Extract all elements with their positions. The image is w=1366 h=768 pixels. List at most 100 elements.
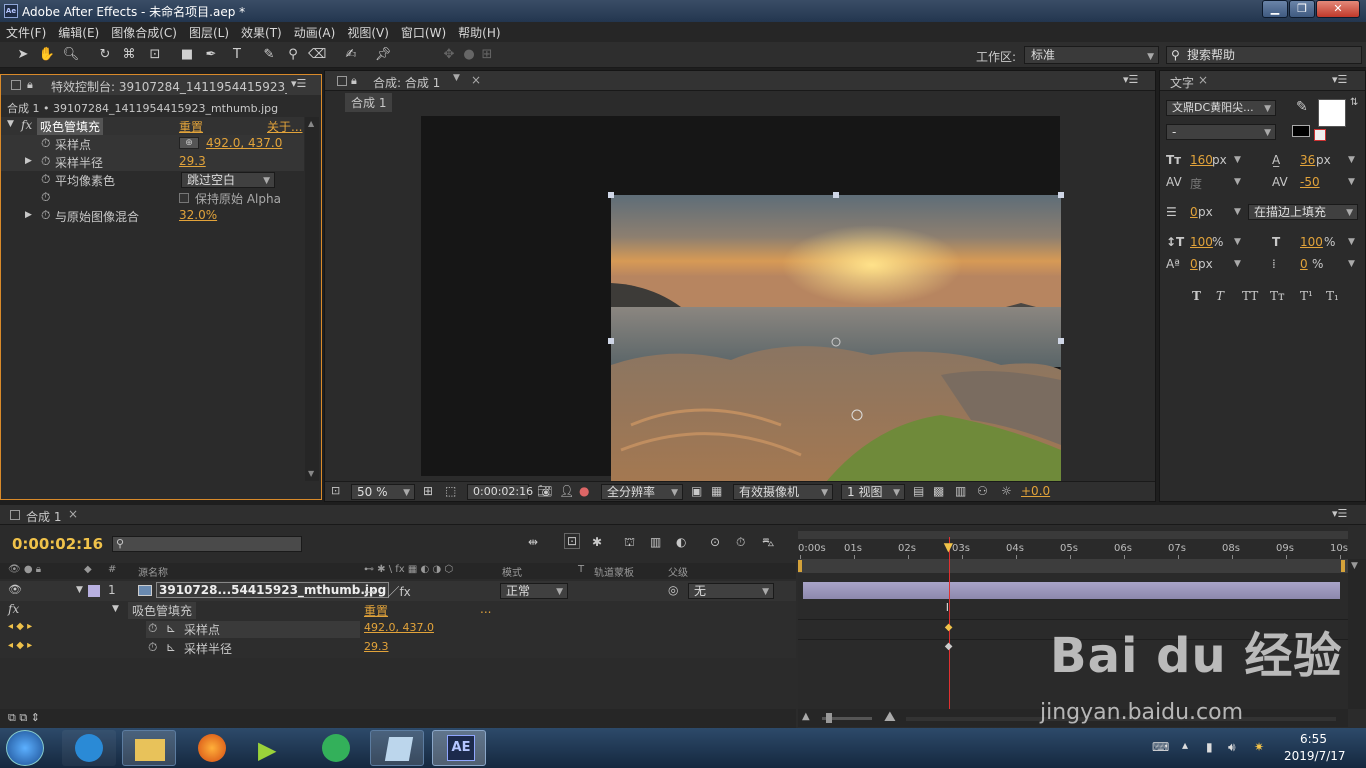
start-button[interactable]: [6, 730, 44, 766]
view-axis-icon[interactable]: ⊞: [478, 46, 496, 64]
lock-icon[interactable]: 🔒︎: [27, 78, 33, 92]
transform-handle[interactable]: [1058, 192, 1064, 198]
exposure-value[interactable]: +0.0: [1021, 484, 1050, 498]
graph-icon[interactable]: ⊾: [166, 640, 176, 654]
character-tab[interactable]: 文字: [1170, 74, 1194, 91]
faux-bold-button[interactable]: T: [1192, 289, 1201, 303]
stopwatch-icon[interactable]: ⏱: [736, 535, 745, 550]
horizontal-scale-value[interactable]: 100: [1300, 235, 1323, 249]
source-name-header[interactable]: 源名称: [138, 564, 168, 579]
taskbar-app-browser[interactable]: [308, 730, 362, 766]
clone-tool-icon[interactable]: ⚲: [284, 46, 302, 64]
stopwatch-icon[interactable]: ⏱: [41, 208, 50, 223]
leading-value[interactable]: 36: [1300, 153, 1315, 167]
brainstorm-icon[interactable]: ◐: [676, 535, 686, 549]
font-style-select[interactable]: - ▼: [1166, 124, 1276, 140]
tracking-value[interactable]: -50: [1300, 175, 1320, 189]
menu-help[interactable]: 帮助(H): [458, 24, 500, 41]
eraser-tool-icon[interactable]: ⌫: [308, 46, 326, 64]
prop-row-sample-point[interactable]: ⏱ 采样点 ⊕ 492.0, 437.0: [1, 135, 304, 153]
chevron-down-icon[interactable]: ▼: [1234, 207, 1241, 217]
axis-mode-icon[interactable]: ✥: [440, 46, 458, 64]
layer-name[interactable]: 3910728...54415923_mthumb.jpg: [156, 582, 390, 598]
effect-reset-link[interactable]: 重置: [179, 118, 203, 135]
panel-close-icon[interactable]: [11, 80, 21, 90]
chevron-down-icon[interactable]: ▼: [1234, 177, 1241, 187]
timecode-field[interactable]: 0:00:02:16: [467, 484, 533, 500]
menu-view[interactable]: 视图(V): [347, 24, 389, 41]
graph-icon[interactable]: ⊾: [166, 621, 176, 635]
baseline-shift-value[interactable]: 0: [1190, 257, 1198, 271]
tray-arrow-icon[interactable]: ▴: [1182, 738, 1188, 752]
subscript-button[interactable]: T₁: [1326, 289, 1339, 303]
stroke-color-swatch[interactable]: [1292, 125, 1310, 137]
scroll-down-icon[interactable]: ▼: [308, 469, 314, 478]
effect-header-row[interactable]: ▼ fx 吸色管填充 重置 关于...: [1, 117, 304, 135]
timeline-effect-name[interactable]: 吸色管填充: [128, 602, 197, 619]
menu-animation[interactable]: 动画(A): [294, 24, 336, 41]
timeline-scrollbar[interactable]: ▼: [1348, 559, 1366, 709]
live-update-icon[interactable]: ⛍: [762, 535, 774, 551]
scrollbar[interactable]: ▲ ▼: [305, 117, 319, 481]
menu-file[interactable]: 文件(F): [6, 24, 46, 41]
fx-icon[interactable]: fx: [21, 118, 32, 132]
preserve-alpha-checkbox[interactable]: [179, 193, 189, 203]
stopwatch-icon[interactable]: ⏱: [41, 154, 50, 169]
preview-toggle-icon[interactable]: ⊡: [331, 484, 340, 497]
fill-color-swatch[interactable]: [1318, 99, 1346, 127]
pen-tool-icon[interactable]: ✒: [202, 46, 220, 64]
layer-row[interactable]: 👁︎ ▼ 1 3910728...54415923_mthumb.jpg ⊷ ／…: [0, 581, 796, 601]
scroll-up-icon[interactable]: ▲: [308, 119, 314, 128]
snapshot-icon[interactable]: 📷︎: [537, 484, 552, 498]
superscript-button[interactable]: T¹: [1300, 289, 1313, 303]
prop-row-sample-radius[interactable]: ▶ ⏱ 采样半径 29.3: [1, 153, 304, 171]
clock-date[interactable]: 2019/7/17: [1284, 749, 1346, 763]
menu-window[interactable]: 窗口(W): [401, 24, 446, 41]
transform-handle[interactable]: [608, 338, 614, 344]
footage-image[interactable]: [611, 195, 1061, 488]
menu-effect[interactable]: 效果(T): [241, 24, 282, 41]
composition-mini-flowchart-icon[interactable]: ⇹: [528, 535, 538, 549]
fx-icon[interactable]: fx: [8, 602, 19, 616]
power-icon[interactable]: ✷: [1254, 740, 1264, 754]
composition-subtab[interactable]: 合成 1: [345, 93, 393, 112]
search-help-input[interactable]: ⚲ 搜索帮助: [1166, 46, 1362, 64]
parent-select[interactable]: 无 ▼: [688, 583, 774, 599]
work-area-end-handle[interactable]: [1341, 560, 1345, 572]
stroke-mode-select[interactable]: 在描边上填充 ▼: [1248, 204, 1358, 220]
panel-menu-icon[interactable]: ▾☰: [1332, 73, 1347, 86]
timeline-search-input[interactable]: ⚲: [112, 536, 302, 552]
playhead-handle-icon[interactable]: ▼: [944, 540, 953, 554]
blend-mode-select[interactable]: 正常 ▼: [500, 583, 568, 599]
exposure-icon[interactable]: ☼: [1001, 484, 1012, 498]
transform-handle[interactable]: [833, 192, 839, 198]
all-caps-button[interactable]: TT: [1242, 289, 1258, 303]
minimize-button[interactable]: ▁: [1262, 0, 1288, 18]
chevron-down-icon[interactable]: ▼: [1234, 155, 1241, 165]
layer-duration-bar[interactable]: [803, 582, 1340, 599]
timeline-prop-value[interactable]: 29.3: [364, 640, 389, 653]
zoom-slider-thumb[interactable]: [826, 713, 832, 723]
taskbar-app-notes[interactable]: [370, 730, 424, 766]
panel-close-icon[interactable]: [337, 76, 347, 86]
chevron-down-icon[interactable]: ▼: [1348, 259, 1355, 269]
timeline-effect-reset[interactable]: 重置: [364, 602, 388, 619]
effect-controls-tab[interactable]: 🔒︎ 特效控制台: 39107284_1411954415923_mth ▾☰: [1, 75, 321, 95]
panel-close-icon[interactable]: [10, 510, 20, 520]
timeline-prop-value[interactable]: 492.0, 437.0: [364, 621, 434, 634]
label-color-swatch[interactable]: [88, 585, 100, 597]
fast-preview-icon[interactable]: ▩: [933, 484, 944, 498]
font-size-value[interactable]: 160: [1190, 153, 1213, 167]
keyboard-icon[interactable]: ⌨: [1152, 740, 1169, 754]
effect-about-link[interactable]: 关于...: [267, 118, 302, 135]
prop-value[interactable]: 29.3: [179, 154, 206, 168]
panel-menu-icon[interactable]: ▾☰: [291, 77, 306, 90]
transparency-grid-icon[interactable]: ▦: [711, 484, 722, 498]
selection-tool-icon[interactable]: ➤: [14, 46, 32, 64]
twirl-open-icon[interactable]: ▼: [112, 604, 119, 614]
taskbar-app-aftereffects[interactable]: AE: [432, 730, 486, 766]
twirl-closed-icon[interactable]: ▶: [25, 156, 32, 166]
timeline-prop-row[interactable]: ◂ ◆ ▸ ⏱ ⊾ 采样点 492.0, 437.0: [0, 620, 796, 639]
prop-row-average-pixel[interactable]: ⏱ 平均像素色 跳过空白 ▼: [1, 171, 304, 189]
twirl-closed-icon[interactable]: ▶: [25, 210, 32, 220]
